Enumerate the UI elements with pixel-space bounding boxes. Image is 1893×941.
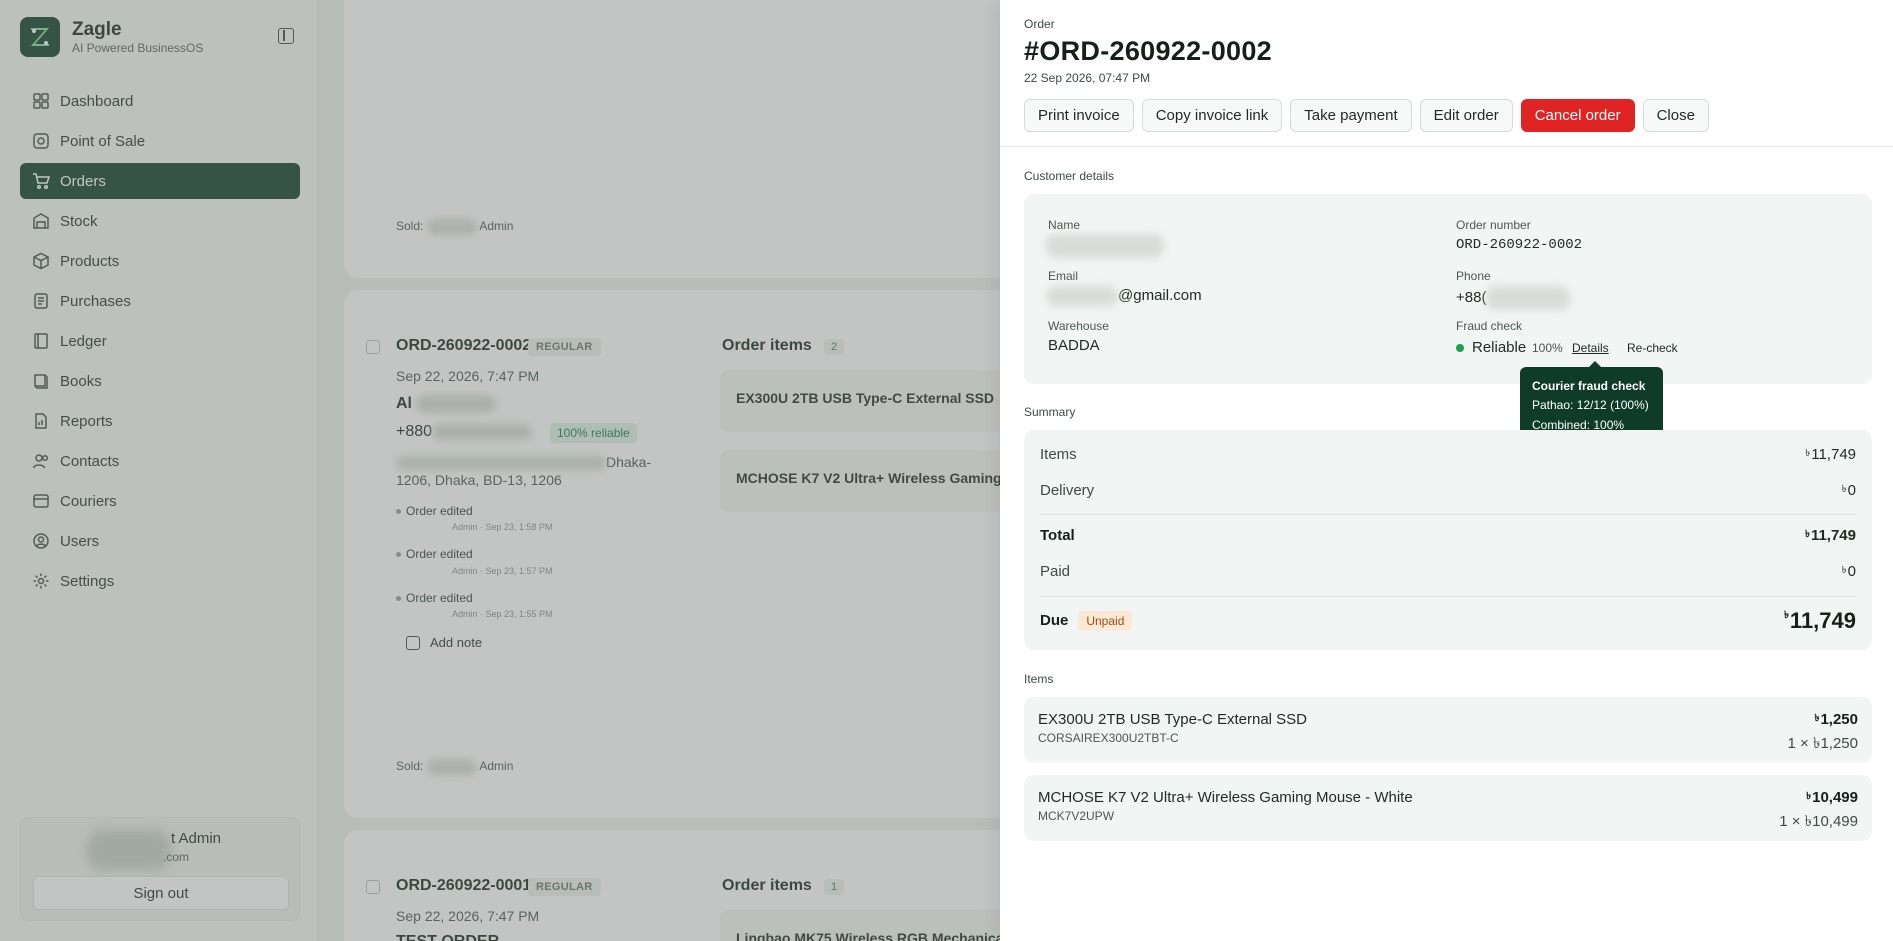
summary-paid-row: Paid ৳0 [1040,563,1856,580]
summary-items-value: ৳11,749 [1805,446,1856,463]
warehouse-value: BADDA [1048,337,1100,354]
order-detail-drawer: Order #ORD-260922-0002 22 Sep 2026, 07:4… [1000,0,1893,941]
divider [1000,146,1893,147]
summary-paid-value: ৳0 [1841,563,1856,580]
line-item-sku: MCK7V2UPW [1038,809,1115,823]
phone-value: +88( [1456,286,1571,310]
order-title: #ORD-260922-0002 [1024,36,1272,66]
fraud-check-status: Reliable [1456,339,1526,356]
fraud-percentage: 100% [1532,341,1563,355]
modal-backdrop[interactable] [0,0,1000,941]
order-number-value: ORD-260922-0002 [1456,237,1583,253]
warehouse-label: Warehouse [1048,319,1109,333]
summary-total-row: Total ৳11,749 [1040,527,1856,544]
summary-delivery-row: Delivery ৳0 [1040,482,1856,499]
summary-items-row: Items ৳11,749 [1040,446,1856,463]
fraud-details-link[interactable]: Details [1572,341,1609,355]
divider [1040,596,1856,597]
fraud-check-label: Fraud check [1456,319,1523,333]
edit-order-button[interactable]: Edit order [1419,99,1513,132]
line-item-total: ৳10,499 [1806,789,1858,806]
line-item-sku: CORSAIREX300U2TBT-C [1038,731,1179,745]
drawer-actions: Print invoice Copy invoice link Take pay… [1024,99,1709,132]
order-number-label: Order number [1456,218,1531,232]
divider [1040,514,1856,515]
copy-invoice-link-button[interactable]: Copy invoice link [1141,99,1283,132]
phone-label: Phone [1456,269,1491,283]
payment-status-badge: Unpaid [1078,611,1133,631]
print-invoice-button[interactable]: Print invoice [1024,99,1134,132]
take-payment-button[interactable]: Take payment [1290,99,1412,132]
line-item-qty: 1 × ৳1,250 [1787,735,1858,752]
customer-email: @gmail.com [1046,286,1202,306]
tooltip-title: Courier fraud check [1532,379,1646,393]
tooltip-line: Pathao: 12/12 (100%) [1532,398,1649,412]
summary-heading: Summary [1024,405,1076,419]
order-date: 22 Sep 2026, 07:47 PM [1024,71,1151,85]
summary-delivery-value: ৳0 [1841,482,1856,499]
summary-total-value: ৳11,749 [1804,527,1856,544]
summary-due-row: Due Unpaid ৳11,749 [1040,608,1856,633]
line-item: MCHOSE K7 V2 Ultra+ Wireless Gaming Mous… [1024,775,1872,841]
items-heading: Items [1024,672,1054,686]
status-dot [1456,344,1464,353]
summary-panel: Items ৳11,749 Delivery ৳0 Total ৳11,749 … [1024,430,1872,650]
line-item-name: EX300U 2TB USB Type-C External SSD [1038,711,1308,728]
cancel-order-button[interactable]: Cancel order [1520,99,1635,132]
email-label: Email [1048,269,1079,283]
line-item: EX300U 2TB USB Type-C External SSD CORSA… [1024,697,1872,763]
fraud-recheck-link[interactable]: Re-check [1627,341,1678,355]
drawer-eyebrow: Order [1024,17,1055,31]
customer-details-panel: Name Email @gmail.com Warehouse BADDA Or… [1024,194,1872,384]
name-label: Name [1048,218,1081,232]
line-item-qty: 1 × ৳10,499 [1779,813,1858,830]
summary-due-value: ৳11,749 [1783,608,1856,633]
line-item-name: MCHOSE K7 V2 Ultra+ Wireless Gaming Mous… [1038,789,1413,806]
close-button[interactable]: Close [1642,99,1709,132]
line-item-total: ৳1,250 [1814,711,1858,728]
customer-name [1046,234,1164,258]
customer-details-heading: Customer details [1024,169,1115,183]
